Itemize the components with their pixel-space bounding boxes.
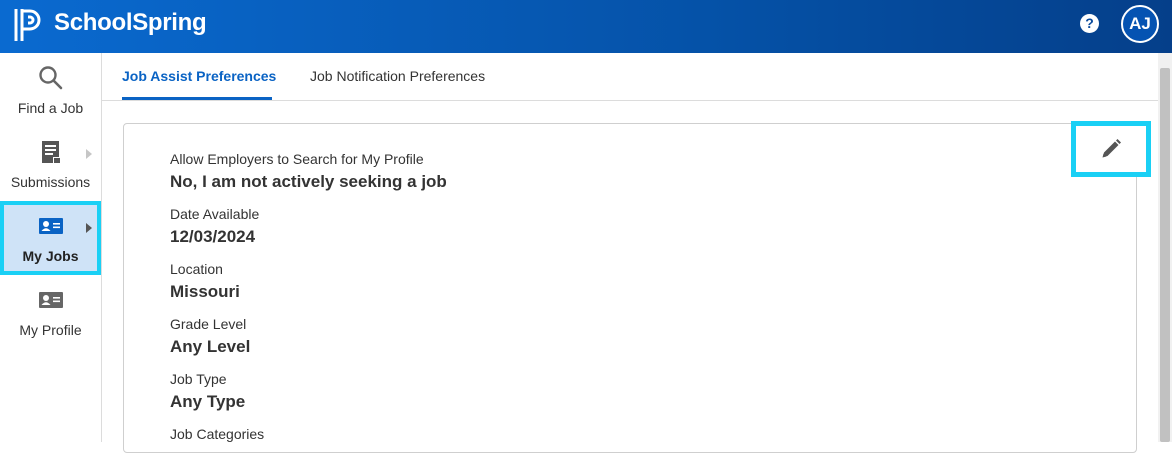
user-avatar[interactable]: AJ (1121, 5, 1159, 43)
preferences-tabs: Job Assist Preferences Job Notification … (102, 53, 1158, 101)
id-card-icon (38, 292, 63, 308)
tab-job-assist-preferences[interactable]: Job Assist Preferences (122, 68, 276, 84)
expand-caret-icon[interactable] (86, 149, 92, 159)
sidebar-item-my-profile[interactable]: My Profile (0, 275, 101, 349)
top-header: SchoolSpring ? AJ (0, 0, 1172, 53)
sidebar-nav: Find a Job Submissions My Jobs My Profil… (0, 53, 102, 442)
field-label-profile-search: Allow Employers to Search for My Profile (170, 151, 424, 167)
field-label-job-categories: Job Categories (170, 426, 265, 442)
field-value-grade-level: Any Level (170, 337, 251, 356)
tab-job-notification-preferences[interactable]: Job Notification Preferences (310, 68, 485, 84)
sidebar-item-submissions[interactable]: Submissions (0, 127, 101, 201)
document-icon (41, 141, 62, 164)
expand-caret-icon[interactable] (86, 223, 92, 233)
pencil-icon (1102, 139, 1121, 158)
search-icon (38, 66, 62, 90)
field-label-date-available: Date Available (170, 206, 260, 222)
field-value-date-available: 12/03/2024 (170, 227, 256, 246)
sidebar-item-label: My Profile (19, 322, 82, 338)
schoolspring-logo[interactable] (14, 7, 44, 43)
sidebar-item-find-a-job[interactable]: Find a Job (0, 53, 101, 127)
help-icon[interactable]: ? (1080, 14, 1099, 33)
field-label-grade-level: Grade Level (170, 316, 247, 332)
scrollbar-thumb[interactable] (1160, 68, 1170, 442)
field-value-profile-search: No, I am not actively seeking a job (170, 172, 447, 191)
sidebar-item-my-jobs[interactable]: My Jobs (0, 201, 101, 275)
field-label-location: Location (170, 261, 223, 277)
active-tab-indicator (122, 97, 272, 100)
id-card-icon (38, 218, 63, 234)
preferences-card: Allow Employers to Search for My Profile… (123, 123, 1137, 453)
main-content: Job Assist Preferences Job Notification … (102, 53, 1158, 453)
field-value-location: Missouri (170, 282, 240, 301)
sidebar-item-label: Find a Job (17, 100, 84, 116)
brand-name[interactable]: SchoolSpring (54, 9, 207, 37)
edit-preferences-button[interactable] (1071, 121, 1151, 177)
field-value-job-type: Any Type (170, 392, 246, 411)
sidebar-item-label: My Jobs (22, 248, 79, 264)
sidebar-item-label: Submissions (10, 174, 91, 190)
field-label-job-type: Job Type (170, 371, 227, 387)
